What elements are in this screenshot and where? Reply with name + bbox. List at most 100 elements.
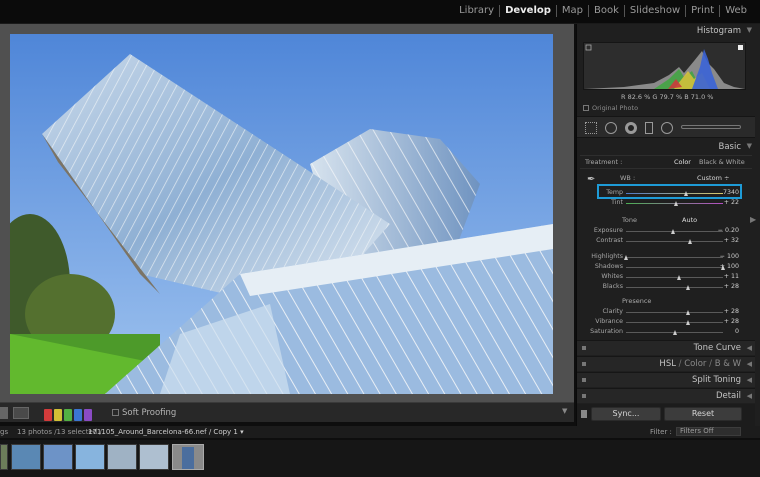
slider-value[interactable]: − 100 (720, 253, 739, 260)
slider-handle[interactable] (624, 255, 628, 260)
slider-value[interactable]: + 28 (724, 318, 739, 325)
slider-track[interactable] (626, 285, 723, 290)
slider-value[interactable]: + 11 (724, 273, 739, 280)
slider-handle[interactable] (677, 275, 682, 280)
adjustment-brush-icon[interactable] (681, 125, 741, 129)
filmstrip-path[interactable]: 171105_Around_Barcelona-66.nef / Copy 1 … (88, 428, 244, 436)
original-photo-checkbox[interactable] (583, 105, 589, 111)
slider-track[interactable] (626, 229, 723, 234)
slider-track[interactable] (626, 239, 723, 244)
expand-triangle-icon[interactable]: ◀ (747, 360, 752, 368)
filmstrip-thumbnail[interactable] (75, 444, 105, 470)
color-label-blue[interactable] (74, 409, 82, 421)
spot-removal-icon[interactable] (605, 122, 617, 134)
module-slideshow[interactable]: Slideshow (623, 5, 685, 17)
sync-button[interactable]: Sync... (591, 407, 661, 421)
reset-button[interactable]: Reset (664, 407, 742, 421)
slider-value[interactable]: + 22 (724, 199, 739, 206)
collapse-triangle-icon[interactable]: ▼ (747, 26, 752, 34)
white-balance-eyedropper-icon[interactable]: ✒ (587, 174, 595, 185)
expand-triangle-icon[interactable]: ◀ (747, 392, 752, 400)
sync-switch-icon[interactable] (581, 410, 587, 418)
slider-track[interactable] (626, 275, 723, 280)
slider-track[interactable] (626, 320, 723, 325)
slider-clarity[interactable]: Clarity + 28 (577, 308, 751, 317)
filter-select[interactable]: Filters Off (676, 427, 741, 436)
filmstrip-source-label[interactable]: gs (0, 428, 8, 436)
slider-value[interactable]: + 100 (720, 263, 739, 270)
slider-handle[interactable] (686, 320, 691, 325)
slider-vibrance[interactable]: Vibrance + 28 (577, 318, 751, 327)
color-label-red[interactable] (44, 409, 52, 421)
graduated-filter-icon[interactable] (645, 122, 653, 134)
slider-track[interactable] (626, 201, 723, 206)
expand-triangle-icon[interactable]: ◀ (747, 344, 752, 352)
module-map[interactable]: Map (555, 5, 588, 17)
module-web[interactable]: Web (719, 5, 752, 17)
hsl-bw-tab[interactable]: B & W (715, 359, 741, 369)
wb-preset-select[interactable]: Custom ÷ (697, 174, 729, 182)
slider-shadows[interactable]: Shadows + 100 (577, 263, 751, 272)
split-toning-panel-header[interactable]: Split Toning ◀ (577, 372, 755, 387)
slider-track[interactable] (626, 330, 723, 335)
view-mode-icon[interactable] (0, 407, 8, 419)
filmstrip-thumbnail[interactable] (139, 444, 169, 470)
filmstrip-thumbnail[interactable] (107, 444, 137, 470)
histogram-header[interactable]: Histogram ▼ (577, 26, 755, 40)
slider-handle[interactable] (688, 239, 693, 244)
filmstrip-thumbnail[interactable] (0, 444, 8, 470)
slider-handle[interactable] (686, 285, 691, 290)
color-label-green[interactable] (64, 409, 72, 421)
basic-header[interactable]: Basic ▼ (577, 142, 755, 156)
color-label-purple[interactable] (84, 409, 92, 421)
collapse-triangle-icon[interactable]: ▼ (747, 142, 752, 150)
slider-track[interactable] (626, 310, 723, 315)
hsl-color-tab[interactable]: Color (684, 359, 706, 369)
photo-preview[interactable] (10, 34, 553, 394)
crop-overlay-icon[interactable] (585, 122, 597, 134)
slider-handle[interactable] (674, 201, 679, 206)
slider-value[interactable]: 0 (735, 328, 739, 335)
slider-tint[interactable]: Tint + 22 (577, 199, 751, 208)
slider-exposure[interactable]: Exposure − 0.20 (577, 227, 751, 236)
slider-value[interactable]: + 32 (724, 237, 739, 244)
hsl-title[interactable]: HSL (659, 359, 676, 369)
before-after-icon[interactable] (13, 407, 29, 419)
slider-value[interactable]: − 0.20 (718, 227, 739, 234)
slider-value[interactable]: + 28 (724, 308, 739, 315)
panel-switch-icon[interactable] (582, 362, 586, 366)
right-panel-collapse-icon[interactable]: ▶ (750, 215, 756, 224)
filmstrip-thumbnail-selected[interactable] (172, 444, 204, 470)
slider-whites[interactable]: Whites + 11 (577, 273, 751, 282)
slider-track[interactable] (624, 255, 723, 260)
module-print[interactable]: Print (685, 5, 719, 17)
expand-triangle-icon[interactable]: ◀ (747, 376, 752, 384)
toolbar-menu-icon[interactable]: ▼ (562, 407, 571, 419)
slider-handle[interactable] (686, 310, 691, 315)
module-book[interactable]: Book (588, 5, 624, 17)
panel-switch-icon[interactable] (582, 394, 586, 398)
panel-switch-icon[interactable] (582, 378, 586, 382)
filmstrip-thumbnail[interactable] (43, 444, 73, 470)
histogram[interactable] (583, 42, 746, 90)
slider-track[interactable] (626, 265, 725, 270)
hsl-panel-header[interactable]: HSL / Color / B & W ◀ (577, 356, 755, 371)
slider-value[interactable]: + 28 (724, 283, 739, 290)
radial-filter-icon[interactable] (661, 122, 673, 134)
detail-panel-header[interactable]: Detail ◀ (577, 388, 755, 403)
slider-contrast[interactable]: Contrast + 32 (577, 237, 751, 246)
module-library[interactable]: Library (454, 5, 499, 17)
module-develop[interactable]: Develop (499, 5, 556, 17)
image-canvas[interactable] (0, 24, 574, 402)
soft-proofing-toggle[interactable]: Soft Proofing (112, 408, 176, 420)
treatment-black-white[interactable]: Black & White (699, 158, 745, 166)
slider-highlights[interactable]: Highlights − 100 (577, 253, 751, 262)
soft-proofing-checkbox[interactable] (112, 409, 119, 416)
slider-blacks[interactable]: Blacks + 28 (577, 283, 751, 292)
slider-handle[interactable] (670, 229, 675, 234)
red-eye-icon[interactable] (625, 122, 637, 134)
original-photo-toggle[interactable]: Original Photo (583, 104, 638, 112)
color-label-yellow[interactable] (54, 409, 62, 421)
panel-switch-icon[interactable] (582, 346, 586, 350)
treatment-color[interactable]: Color (674, 158, 691, 166)
